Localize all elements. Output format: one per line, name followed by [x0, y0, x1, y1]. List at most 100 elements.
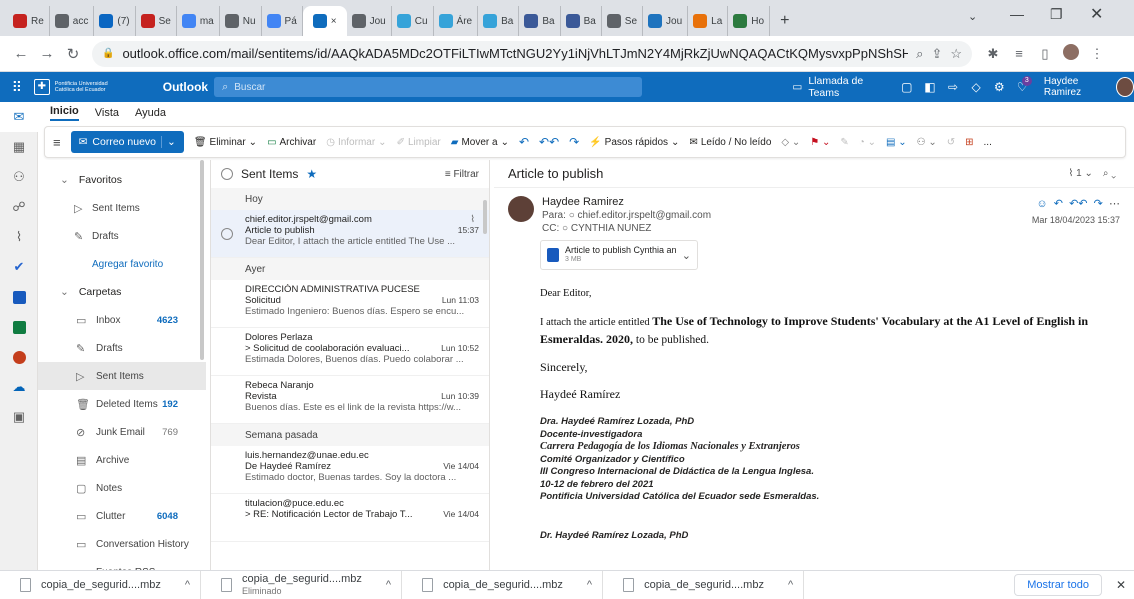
pin-icon[interactable]: ✎: [840, 137, 848, 148]
restore-icon[interactable]: ❐: [1050, 6, 1063, 23]
extensions-icon[interactable]: ✱: [980, 46, 1006, 62]
apps-grid-icon[interactable]: ⊞: [965, 137, 973, 148]
tab-ayuda[interactable]: Ayuda: [135, 107, 166, 119]
teams-call-button[interactable]: ▭ Llamada de Teams: [792, 75, 885, 99]
folder-item[interactable]: ▭ Clutter 6048: [38, 502, 206, 530]
flag-icon[interactable]: ⚑ ⌄: [810, 137, 830, 148]
attachment-card[interactable]: Article to publish Cynthia an... 3 MB ⌄: [540, 240, 698, 270]
hamburger-icon[interactable]: ≡: [53, 135, 61, 150]
url-bar[interactable]: 🔒 outlook.office.com/mail/sentitems/id/A…: [92, 40, 972, 67]
reply-all-icon[interactable]: ↶↶: [1069, 198, 1087, 210]
rules-icon[interactable]: ▤ ⌄: [886, 137, 907, 148]
browser-tab[interactable]: acc: [50, 6, 95, 36]
groups-ribbon-icon[interactable]: ⚇ ⌄: [917, 137, 937, 148]
favorite-star-icon[interactable]: ★: [306, 167, 317, 181]
calendar-icon[interactable]: ▦: [0, 132, 38, 162]
todo-icon[interactable]: ✔: [0, 252, 38, 282]
new-tab-button[interactable]: +: [770, 6, 799, 36]
browser-tab[interactable]: Ba: [561, 6, 602, 36]
side-panel-icon[interactable]: ▯: [1032, 46, 1058, 62]
attachment-count[interactable]: ⌇ 1 ⌄: [1068, 168, 1092, 179]
reply-icon[interactable]: ↶: [519, 135, 529, 149]
tab-search-icon[interactable]: ⌄: [968, 10, 977, 23]
add-favorite-link[interactable]: Agregar favorito: [38, 250, 206, 278]
show-all-button[interactable]: Mostrar todo: [1014, 573, 1102, 596]
word-icon[interactable]: [0, 282, 38, 312]
more-apps-icon[interactable]: ▣: [0, 402, 38, 432]
close-window-icon[interactable]: ✕: [1090, 4, 1103, 24]
download-item[interactable]: copia_de_segurid....mbz ^: [603, 570, 805, 599]
folder-item[interactable]: ▷ Sent Items: [38, 362, 206, 390]
folder-item[interactable]: ▤ Archive: [38, 446, 206, 474]
favorite-folder-item[interactable]: ✎ Drafts: [38, 222, 206, 250]
people-icon[interactable]: ⚇: [0, 162, 38, 192]
undo-icon[interactable]: ↺: [947, 137, 955, 148]
share-out-icon[interactable]: ⇨: [941, 80, 964, 94]
report-button[interactable]: ◷ Informar ⌄: [326, 137, 386, 148]
chevron-up-icon[interactable]: ^: [788, 579, 793, 591]
forward-icon[interactable]: →: [34, 45, 60, 62]
app-launcher-icon[interactable]: ⠿: [0, 79, 34, 96]
favorite-folder-item[interactable]: ▷ Sent Items: [38, 194, 206, 222]
message-row[interactable]: Rebeca Naranjo Revista Lun 10:39 Buenos día…: [211, 376, 489, 424]
reading-list-icon[interactable]: ≡: [1006, 46, 1032, 61]
browser-tab[interactable]: Ba: [478, 6, 520, 36]
tab-vista[interactable]: Vista: [95, 107, 119, 119]
snooze-icon[interactable]: ◔ ⌄: [859, 137, 876, 148]
download-item[interactable]: copia_de_segurid....mbz ^: [0, 570, 202, 599]
chat-icon[interactable]: ▢: [895, 80, 918, 94]
cc-address[interactable]: CYNTHIA NUNEZ: [571, 223, 652, 234]
excel-icon[interactable]: [0, 312, 38, 342]
folder-item[interactable]: ▭Fuentes RSS: [38, 558, 206, 571]
archive-button[interactable]: ▭ Archivar: [267, 137, 316, 148]
message-row[interactable]: titulacion@puce.edu.ec > RE: Notificación…: [211, 494, 489, 542]
folder-item[interactable]: 🗑 Deleted Items 192: [38, 390, 206, 418]
select-checkbox[interactable]: [221, 228, 233, 240]
folder-item[interactable]: ▭ Conversation History: [38, 530, 206, 558]
browser-tab[interactable]: Se: [136, 6, 177, 36]
settings-gear-icon[interactable]: ⚙: [988, 80, 1011, 94]
download-item[interactable]: copia_de_segurid....mbz ^: [402, 570, 604, 599]
sender-avatar[interactable]: [508, 196, 534, 222]
onedrive-icon[interactable]: ☁: [0, 372, 38, 402]
browser-tab[interactable]: Áre: [434, 6, 479, 36]
close-downloads-icon[interactable]: ✕: [1116, 578, 1126, 592]
bookmark-star-icon[interactable]: ☆: [950, 46, 962, 62]
onenote-icon[interactable]: ◧: [918, 80, 941, 94]
user-avatar[interactable]: [1116, 77, 1134, 97]
download-item[interactable]: copia_de_segurid....mbz Eliminado ^: [201, 570, 403, 599]
browser-tab[interactable]: Re: [8, 6, 50, 36]
browser-tab[interactable]: Nu: [220, 6, 262, 36]
reply-icon[interactable]: ↶: [1054, 198, 1063, 210]
filter-button[interactable]: ≡ Filtrar: [445, 169, 479, 180]
more-actions-icon[interactable]: ⋯: [1109, 198, 1120, 210]
forward-mail-icon[interactable]: ↷: [569, 135, 579, 149]
reply-all-icon[interactable]: ↶↶: [539, 135, 559, 149]
bell-icon[interactable]: ◇: [965, 80, 988, 94]
folders-header[interactable]: ⌄ Carpetas: [38, 278, 206, 306]
search-box[interactable]: ⌕ Buscar: [214, 77, 643, 97]
folder-item[interactable]: ▭ Inbox 4623: [38, 306, 206, 334]
browser-tab[interactable]: Se: [602, 6, 644, 36]
folder-item[interactable]: ✎ Drafts: [38, 334, 206, 362]
new-mail-button[interactable]: ✉ Correo nuevo ⌄: [70, 131, 184, 153]
select-all-checkbox[interactable]: [221, 168, 233, 180]
message-row[interactable]: DIRECCIÓN ADMINISTRATIVA PUCESE Solicitud…: [211, 280, 489, 328]
quick-steps-button[interactable]: ⚡ Pasos rápidos ⌄: [589, 137, 679, 148]
message-row[interactable]: Dolores Perlaza > Solicitud de coolaborac…: [211, 328, 489, 376]
folder-scrollbar[interactable]: [200, 160, 204, 360]
sender-name[interactable]: Haydee Ramirez: [542, 196, 711, 209]
user-name[interactable]: Haydee Ramirez: [1044, 76, 1110, 98]
browser-tab[interactable]: Pá: [262, 6, 303, 36]
groups-icon[interactable]: ☍: [0, 192, 38, 222]
favorites-header[interactable]: ⌄ Favoritos: [38, 166, 206, 194]
tag-icon[interactable]: ◇ ⌄: [781, 137, 800, 148]
browser-tab[interactable]: Jou: [643, 6, 689, 36]
browser-tab[interactable]: Jou: [347, 6, 392, 36]
browser-tab[interactable]: Cu: [392, 6, 434, 36]
chevron-up-icon[interactable]: ^: [185, 579, 190, 591]
browser-menu-icon[interactable]: ⋮: [1084, 46, 1110, 62]
profile-avatar-icon[interactable]: [1058, 44, 1084, 63]
message-row[interactable]: chief.editor.jrspelt@gmail.com Article to…: [211, 210, 489, 258]
chevron-up-icon[interactable]: ^: [587, 579, 592, 591]
